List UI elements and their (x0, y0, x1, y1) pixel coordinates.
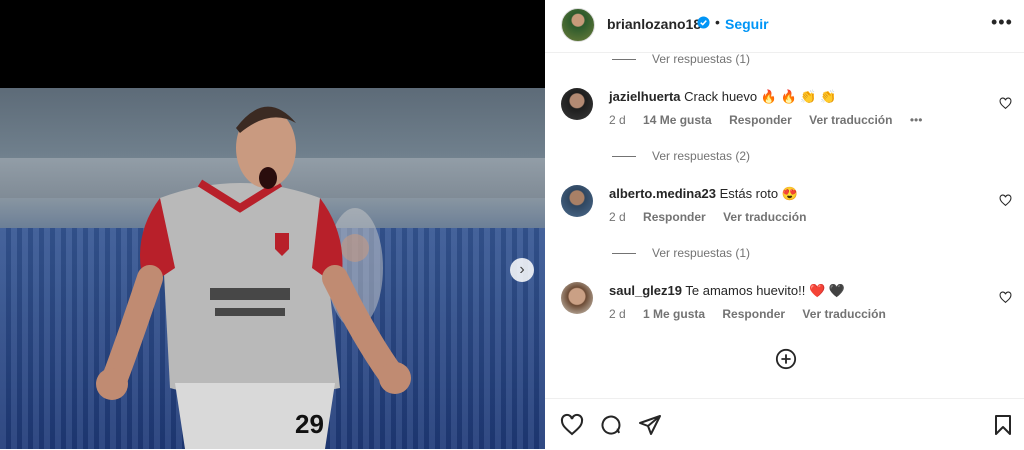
commenter-avatar[interactable] (561, 185, 593, 217)
view-replies-link[interactable]: Ver respuestas (1) (612, 52, 750, 66)
post-photo[interactable]: 29 › (0, 88, 545, 449)
comment-text: jazielhuerta Crack huevo 🔥 🔥 👏 👏 (609, 89, 836, 105)
comment-age: 2 d (609, 307, 626, 321)
commenter-avatar[interactable] (561, 282, 593, 314)
commenter-username[interactable]: jazielhuerta (609, 89, 681, 104)
reply-button[interactable]: Responder (729, 113, 792, 127)
comment-text: alberto.medina23 Estás roto 😍 (609, 186, 798, 202)
instagram-post-view: 29 › brianlozano18 • Seguir ••• Ver resp… (0, 0, 1024, 449)
comment-item: saul_glez19 Te amamos huevito!! ❤️ 🖤 2 d… (561, 282, 1021, 332)
paper-plane-icon[interactable] (638, 413, 662, 437)
comment-meta: 2 d Responder Ver traducción (609, 210, 820, 224)
post-details-panel: brianlozano18 • Seguir ••• Ver respuesta… (545, 0, 1024, 449)
translate-button[interactable]: Ver traducción (723, 210, 806, 224)
view-replies-label: Ver respuestas (1) (652, 246, 751, 260)
heart-outline-icon[interactable] (999, 97, 1012, 110)
author-username[interactable]: brianlozano18 (607, 16, 701, 32)
comment-likes[interactable]: 14 Me gusta (643, 113, 712, 127)
comment-icon[interactable] (599, 413, 623, 437)
commenter-avatar[interactable] (561, 88, 593, 120)
comment-text: saul_glez19 Te amamos huevito!! ❤️ 🖤 (609, 283, 845, 299)
next-media-button[interactable]: › (510, 258, 534, 282)
verified-badge-icon (697, 16, 710, 29)
commenter-username[interactable]: saul_glez19 (609, 283, 682, 298)
reply-button[interactable]: Responder (722, 307, 785, 321)
comment-meta: 2 d 14 Me gusta Responder Ver traducción… (609, 113, 936, 127)
comment-body: Te amamos huevito!! ❤️ 🖤 (685, 283, 845, 298)
comment-likes[interactable]: 1 Me gusta (643, 307, 705, 321)
heart-outline-icon[interactable] (999, 291, 1012, 304)
replies-divider (612, 58, 636, 60)
view-replies-label: Ver respuestas (1) (652, 52, 751, 66)
more-options-icon[interactable]: ••• (991, 12, 1013, 33)
commenter-username[interactable]: alberto.medina23 (609, 186, 716, 201)
comment-item: alberto.medina23 Estás roto 😍 2 d Respon… (561, 185, 1021, 235)
bookmark-icon[interactable] (991, 413, 1015, 437)
author-avatar[interactable] (561, 8, 595, 42)
follow-button[interactable]: Seguir (725, 16, 769, 32)
heart-outline-icon[interactable] (560, 413, 584, 437)
player-figure: 29 (96, 106, 411, 449)
comment-body: Estás roto 😍 (719, 186, 798, 201)
translate-button[interactable]: Ver traducción (802, 307, 885, 321)
heart-outline-icon[interactable] (999, 194, 1012, 207)
comment-body: Crack huevo 🔥 🔥 👏 👏 (684, 89, 837, 104)
comment-age: 2 d (609, 210, 626, 224)
comment-item: jazielhuerta Crack huevo 🔥 🔥 👏 👏 2 d 14 … (561, 88, 1021, 138)
svg-text:29: 29 (295, 409, 324, 439)
translate-button[interactable]: Ver traducción (809, 113, 892, 127)
post-media-pane: 29 › (0, 0, 545, 449)
comment-meta: 2 d 1 Me gusta Responder Ver traducción (609, 307, 900, 321)
view-replies-link[interactable]: Ver respuestas (2) (612, 149, 750, 163)
plus-circle-icon[interactable] (775, 348, 797, 370)
view-replies-link[interactable]: Ver respuestas (1) (612, 246, 750, 260)
comment-age: 2 d (609, 113, 626, 127)
chevron-right-icon: › (519, 261, 525, 278)
view-replies-label: Ver respuestas (2) (652, 149, 751, 163)
post-action-bar (545, 398, 1024, 450)
reply-button[interactable]: Responder (643, 210, 706, 224)
header-separator: • (715, 14, 720, 30)
replies-divider (612, 252, 636, 254)
comment-options-icon[interactable]: ••• (910, 113, 923, 127)
replies-divider (612, 155, 636, 157)
post-header: brianlozano18 • Seguir ••• (545, 0, 1024, 53)
